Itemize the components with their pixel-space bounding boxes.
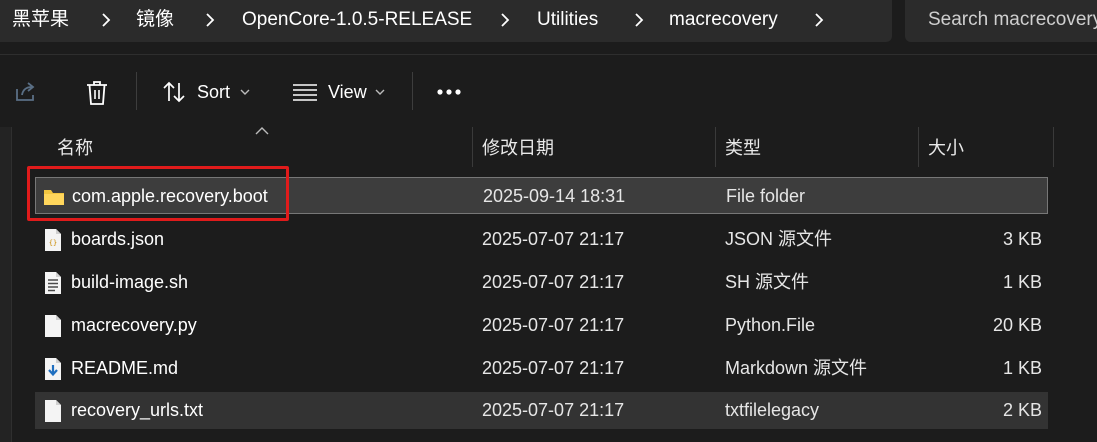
table-row[interactable]: README.md 2025-07-07 21:17 Markdown 源文件 … [35, 350, 1048, 387]
breadcrumb-item-root[interactable]: 黑苹果 [12, 0, 69, 40]
file-name: README.md [71, 358, 179, 378]
breadcrumb-item-opencore[interactable]: OpenCore-1.0.5-RELEASE [242, 0, 472, 40]
file-size: 1 KB [1002, 358, 1042, 378]
chevron-down-icon [375, 89, 385, 95]
toolbar-divider [412, 72, 413, 110]
file-type: JSON 源文件 [725, 229, 833, 249]
file-name: boards.json [71, 229, 165, 249]
column-header-size[interactable]: 大小 [918, 127, 1053, 167]
sort-arrows-icon [163, 81, 185, 103]
navigation-pane-edge [0, 127, 12, 442]
breadcrumb-item-current[interactable]: macrecovery [669, 0, 778, 40]
file-icon [45, 400, 61, 422]
file-date: 2025-07-07 21:17 [482, 229, 625, 249]
table-row[interactable]: {} boards.json 2025-07-07 21:17 JSON 源文件… [35, 221, 1048, 258]
file-type: txtfilelegacy [725, 400, 820, 420]
file-name: macrecovery.py [71, 315, 197, 335]
command-bar: Sort View [0, 54, 1097, 128]
column-header-type[interactable]: 类型 [715, 127, 918, 167]
breadcrumb-item-utilities[interactable]: Utilities [537, 0, 598, 40]
column-header-date[interactable]: 修改日期 [472, 127, 715, 167]
file-type: SH 源文件 [725, 272, 810, 292]
script-file-icon [45, 272, 61, 294]
file-date: 2025-07-07 21:17 [482, 400, 625, 420]
search-input[interactable]: Search macrecovery [905, 0, 1097, 42]
trash-icon[interactable] [85, 80, 109, 106]
chevron-right-icon[interactable] [500, 13, 510, 27]
file-date: 2025-09-14 18:31 [483, 186, 626, 206]
file-date: 2025-07-07 21:17 [482, 358, 625, 378]
file-type: Python.File [725, 315, 816, 335]
file-type: File folder [726, 186, 806, 206]
sort-label: Sort [197, 82, 231, 102]
svg-text:{}: {} [49, 239, 57, 247]
view-label: View [328, 82, 367, 102]
file-size: 2 KB [1002, 400, 1042, 420]
list-view-icon [293, 84, 317, 101]
file-size: 3 KB [1002, 229, 1042, 249]
file-size: 1 KB [1002, 272, 1042, 292]
breadcrumb-item-images[interactable]: 镜像 [136, 0, 174, 40]
chevron-right-icon[interactable] [634, 13, 644, 27]
file-list: 名称 修改日期 类型 大小 com.apple.recovery.boot 20… [0, 127, 1097, 442]
address-bar[interactable]: 黑苹果 镜像 OpenCore-1.0.5-RELEASE Utilities … [0, 0, 892, 42]
file-name: recovery_urls.txt [71, 400, 204, 420]
table-row[interactable]: macrecovery.py 2025-07-07 21:17 Python.F… [35, 307, 1048, 344]
chevron-down-icon [240, 89, 250, 95]
toolbar-divider [136, 72, 137, 110]
chevron-right-icon[interactable] [101, 13, 111, 27]
chevron-right-icon[interactable] [814, 13, 824, 27]
file-name: build-image.sh [71, 272, 189, 292]
table-row[interactable]: build-image.sh 2025-07-07 21:17 SH 源文件 1… [35, 264, 1048, 301]
view-button[interactable]: View [290, 72, 390, 112]
file-icon [45, 315, 61, 337]
file-date: 2025-07-07 21:17 [482, 272, 625, 292]
column-divider[interactable] [1053, 127, 1054, 167]
sort-button[interactable]: Sort [160, 72, 255, 112]
column-header-name[interactable]: 名称 [47, 127, 471, 167]
table-row[interactable]: recovery_urls.txt 2025-07-07 21:17 txtfi… [35, 392, 1048, 429]
file-size: 20 KB [992, 315, 1042, 335]
highlight-annotation [27, 166, 289, 221]
file-date: 2025-07-07 21:17 [482, 315, 625, 335]
chevron-right-icon[interactable] [205, 13, 215, 27]
markdown-file-icon [45, 358, 61, 380]
more-options-icon[interactable] [436, 88, 464, 96]
json-file-icon: {} [45, 229, 61, 251]
share-icon[interactable] [14, 81, 38, 103]
file-type: Markdown 源文件 [725, 358, 868, 378]
